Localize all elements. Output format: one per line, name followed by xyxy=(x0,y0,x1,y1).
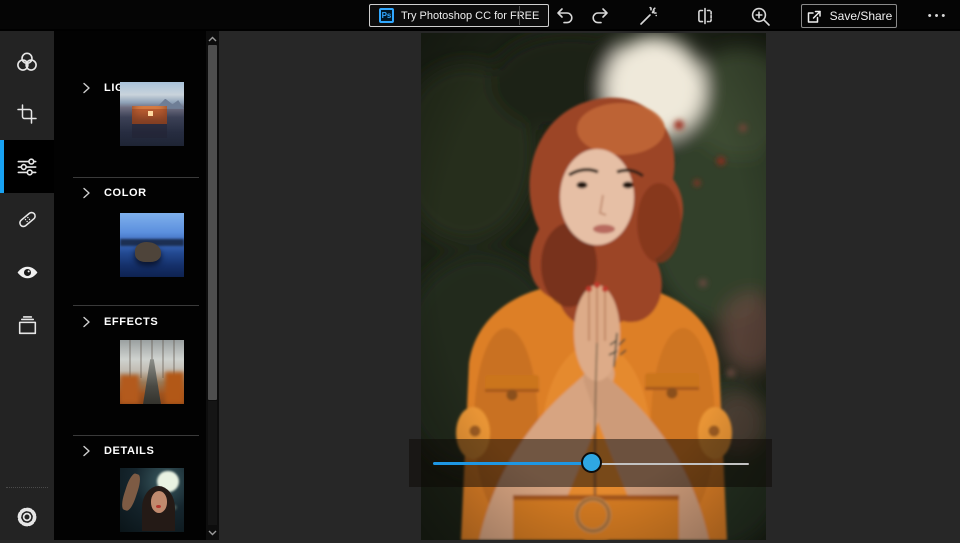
adjustment-slider xyxy=(409,439,772,487)
more-dots-icon: ••• xyxy=(928,10,949,22)
thumb-art xyxy=(165,372,184,404)
scroll-up-icon xyxy=(208,36,217,42)
thumb-art xyxy=(132,124,168,138)
tool-red-eye[interactable] xyxy=(0,246,54,299)
thumb-art xyxy=(148,111,152,116)
slider-handle[interactable] xyxy=(581,452,602,473)
auto-enhance-button[interactable] xyxy=(635,3,661,29)
top-toolbar: Ps Try Photoshop CC for FREE xyxy=(0,0,960,31)
section-color[interactable]: COLOR xyxy=(82,187,147,199)
section-details[interactable]: DETAILS xyxy=(82,445,154,457)
red-eye-icon xyxy=(15,260,40,285)
zoom-in-icon xyxy=(749,5,772,28)
settings-button[interactable] xyxy=(0,490,54,543)
save-share-button[interactable]: Save/Share xyxy=(801,4,897,28)
section-effects-label: EFFECTS xyxy=(104,316,158,328)
tool-healing[interactable] xyxy=(0,193,54,246)
effects-thumbnail[interactable] xyxy=(120,340,184,404)
section-divider xyxy=(73,435,199,436)
try-photoshop-button[interactable]: Ps Try Photoshop CC for FREE xyxy=(369,4,549,27)
tool-rail xyxy=(0,31,54,540)
photoshop-logo-icon: Ps xyxy=(379,8,394,23)
undo-button[interactable] xyxy=(552,3,578,29)
section-effects[interactable]: EFFECTS xyxy=(82,316,158,328)
tool-crop[interactable] xyxy=(0,87,54,140)
compare-button[interactable] xyxy=(692,3,718,29)
share-icon xyxy=(806,8,823,25)
slider-track-empty[interactable] xyxy=(592,463,749,465)
chevron-right-icon xyxy=(82,445,91,457)
details-thumbnail[interactable] xyxy=(120,468,184,532)
magic-wand-icon xyxy=(637,5,659,27)
panel-scrollbar[interactable] xyxy=(206,31,219,540)
zoom-button[interactable] xyxy=(747,3,773,29)
scroll-down-button[interactable] xyxy=(206,526,219,539)
settings-gear-icon xyxy=(14,504,40,530)
section-color-label: COLOR xyxy=(104,187,147,199)
undo-icon xyxy=(554,5,576,27)
toolbar-divider xyxy=(519,6,520,25)
slider-track-filled[interactable] xyxy=(433,462,592,465)
section-divider xyxy=(73,177,199,178)
more-options-button[interactable]: ••• xyxy=(922,3,954,29)
compare-before-after-icon xyxy=(694,5,716,27)
scroll-down-icon xyxy=(208,530,217,536)
thumb-art xyxy=(151,491,168,513)
chevron-right-icon xyxy=(82,316,91,328)
chevron-right-icon xyxy=(82,187,91,199)
thumb-art xyxy=(120,375,139,404)
app-window: Ps Try Photoshop CC for FREE xyxy=(0,0,960,540)
tool-adjustments[interactable] xyxy=(0,140,54,193)
redo-button[interactable] xyxy=(587,3,613,29)
adjustments-panel: LIGHT COLOR EFFECTS xyxy=(54,31,206,540)
chevron-right-icon xyxy=(82,82,91,94)
crop-icon xyxy=(15,102,39,126)
redo-icon xyxy=(589,5,611,27)
thumb-art xyxy=(120,472,142,512)
scrollbar-thumb[interactable] xyxy=(208,45,217,400)
color-thumbnail[interactable] xyxy=(120,213,184,277)
thumb-art xyxy=(135,242,161,261)
scrollbar-track[interactable] xyxy=(208,401,217,525)
section-details-label: DETAILS xyxy=(104,445,154,457)
section-divider xyxy=(73,305,199,306)
light-thumbnail[interactable] xyxy=(120,82,184,146)
healing-bandaid-icon xyxy=(15,207,40,232)
adjustments-sliders-icon xyxy=(14,154,40,180)
borders-frames-icon xyxy=(15,313,40,338)
save-share-label: Save/Share xyxy=(830,9,893,23)
tool-looks[interactable] xyxy=(0,35,54,88)
looks-icon xyxy=(14,49,40,75)
tool-borders[interactable] xyxy=(0,299,54,352)
scroll-up-button[interactable] xyxy=(206,32,219,45)
rail-divider xyxy=(6,487,48,488)
